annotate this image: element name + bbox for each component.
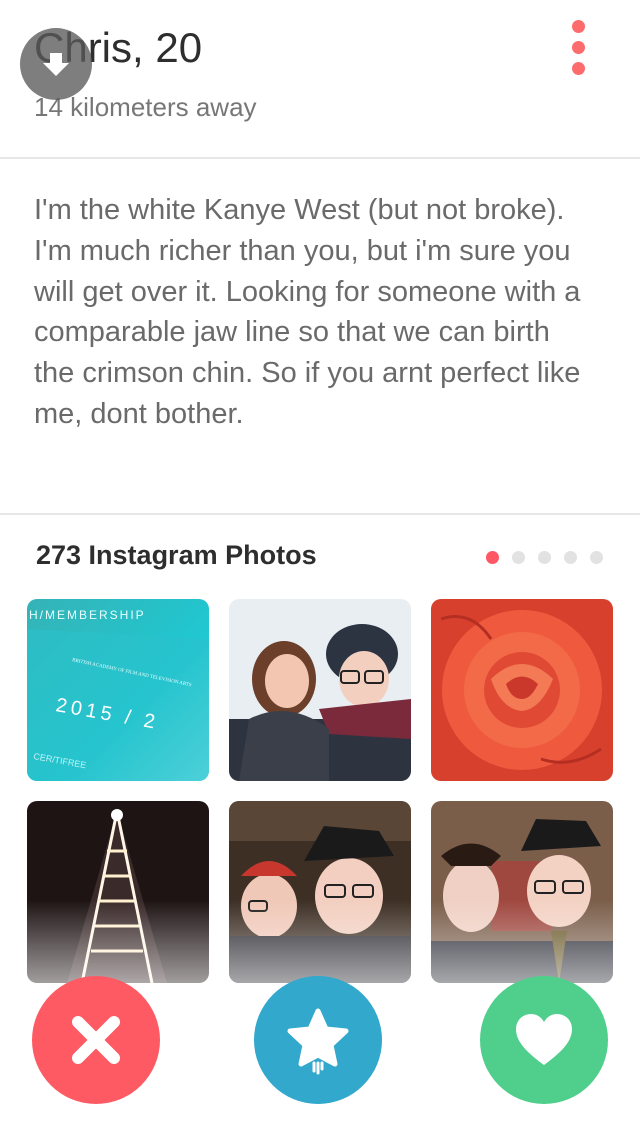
instagram-page-indicator[interactable] (486, 551, 603, 564)
nope-button[interactable] (32, 976, 160, 1104)
instagram-photo-membership-card[interactable]: H/MEMBERSHIP BRITISH ACADEMY OF FILM AND… (27, 599, 209, 781)
page-dot[interactable] (512, 551, 525, 564)
page-dot-active[interactable] (486, 551, 499, 564)
more-options-button[interactable] (560, 20, 596, 84)
instagram-photo-rose[interactable] (431, 599, 613, 781)
page-dot[interactable] (590, 551, 603, 564)
collapse-profile-button[interactable] (20, 28, 92, 100)
heart-icon (516, 1014, 572, 1065)
instagram-photo-couple[interactable] (229, 599, 411, 781)
divider (0, 157, 640, 159)
like-button[interactable] (480, 976, 608, 1104)
profile-bio: I'm the white Kanye West (but not broke)… (34, 194, 581, 430)
photo-banner-text: H/MEMBERSHIP (29, 608, 146, 622)
more-dot (571, 41, 585, 54)
page-dot[interactable] (564, 551, 577, 564)
instagram-title: 273 Instagram Photos (36, 540, 317, 570)
page-dot[interactable] (538, 551, 551, 564)
close-icon (72, 1016, 120, 1064)
divider (0, 513, 640, 515)
super-like-button[interactable] (254, 976, 382, 1104)
more-dot (571, 62, 585, 75)
more-vertical-icon (571, 20, 585, 33)
chevron-down-icon (43, 53, 69, 76)
profile-header: Chris, 20 14 kilometers away (0, 0, 640, 158)
star-icon (287, 1008, 349, 1075)
